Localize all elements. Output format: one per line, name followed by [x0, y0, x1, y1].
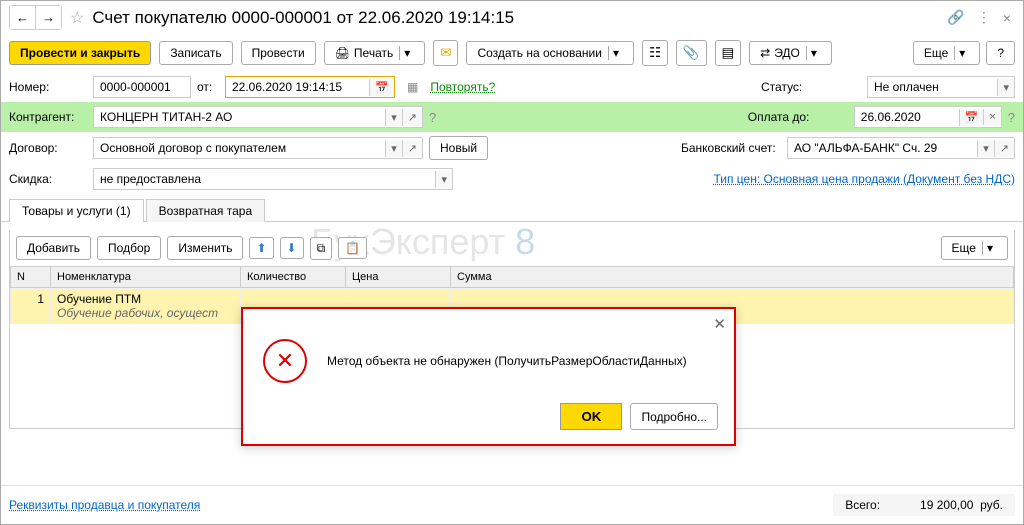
close-icon[interactable]: × [999, 8, 1015, 28]
transfer-icon: ⇄ [760, 46, 770, 60]
new-contract-button[interactable]: Новый [429, 136, 488, 160]
counterparty-label: Контрагент: [9, 110, 87, 124]
commit-close-button[interactable]: Провести и закрыть [9, 41, 151, 65]
dropdown-icon[interactable]: ▾ [977, 140, 994, 157]
email-button[interactable]: ✉ [433, 40, 458, 66]
price-type-link[interactable]: Тип цен: Основная цена продажи (Документ… [713, 172, 1015, 186]
col-qty[interactable]: Количество [241, 267, 346, 288]
dropdown-icon[interactable]: ▾ [385, 109, 402, 126]
open-icon[interactable]: ↗ [994, 140, 1014, 157]
payby-field[interactable] [855, 107, 959, 127]
requisites-link[interactable]: Реквизиты продавца и покупателя [9, 498, 200, 512]
clear-icon[interactable]: × [983, 109, 1000, 125]
back-button[interactable]: ← [10, 6, 35, 29]
pick-button[interactable]: Подбор [97, 236, 161, 260]
discount-field[interactable] [94, 169, 435, 189]
dropdown-icon[interactable]: ▾ [997, 79, 1014, 96]
paste-icon[interactable]: 📋 [338, 237, 367, 259]
dropdown-icon[interactable]: ▾ [435, 171, 452, 188]
col-n[interactable]: N [11, 267, 51, 288]
discount-label: Скидка: [9, 172, 87, 186]
col-nom[interactable]: Номенклатура [51, 267, 241, 288]
printer-icon: 🖨 [335, 46, 350, 60]
help-icon[interactable]: ? [1008, 110, 1015, 125]
list-icon[interactable]: ▤ [715, 40, 742, 66]
total-label: Всего: [845, 498, 880, 512]
tab-goods[interactable]: Товары и услуги (1) [9, 199, 144, 222]
edo-button[interactable]: ⇄ЭДО▾ [749, 41, 832, 65]
show-icon[interactable]: ▦ [407, 80, 418, 94]
bank-label: Банковский счет: [681, 141, 781, 155]
modal-details-button[interactable]: Подробно... [630, 403, 718, 430]
window-title: Счет покупателю 0000-000001 от 22.06.202… [92, 8, 939, 28]
col-sum[interactable]: Сумма [451, 267, 1014, 288]
table-more-button[interactable]: Еще▾ [941, 236, 1008, 260]
create-based-button[interactable]: Создать на основании▾ [466, 41, 634, 65]
forward-button[interactable]: → [35, 6, 61, 29]
help-button[interactable]: ? [986, 41, 1015, 65]
move-down-button[interactable]: ⬇ [280, 237, 304, 259]
add-row-button[interactable]: Добавить [16, 236, 91, 260]
error-modal: ✕ ✕ Метод объекта не обнаружен (Получить… [241, 307, 736, 446]
help-icon[interactable]: ? [429, 110, 436, 125]
attach-icon[interactable]: 📎 [676, 40, 707, 66]
envelope-icon: ✉ [440, 45, 451, 60]
move-up-button[interactable]: ⬆ [249, 237, 273, 259]
print-button[interactable]: 🖨Печать▾ [324, 41, 426, 65]
modal-message: Метод объекта не обнаружен (ПолучитьРазм… [327, 354, 687, 368]
modal-close-button[interactable]: ✕ [713, 315, 726, 333]
commit-button[interactable]: Провести [241, 41, 316, 65]
save-button[interactable]: Записать [159, 41, 232, 65]
link-icon[interactable]: 🔗 [943, 7, 968, 28]
from-label: от: [197, 80, 219, 94]
calendar-icon[interactable]: 📅 [369, 79, 394, 96]
menu-icon[interactable]: ⋮ [973, 7, 995, 28]
dropdown-icon[interactable]: ▾ [385, 140, 402, 157]
total-value: 19 200,00 [920, 498, 973, 512]
error-icon: ✕ [263, 339, 307, 383]
edit-row-button[interactable]: Изменить [167, 236, 243, 260]
currency: руб. [980, 498, 1003, 512]
contract-label: Договор: [9, 141, 87, 155]
more-button[interactable]: Еще▾ [913, 41, 980, 65]
form-icon[interactable]: ☷ [642, 40, 668, 66]
col-price[interactable]: Цена [346, 267, 451, 288]
bank-field[interactable] [788, 138, 977, 158]
open-icon[interactable]: ↗ [402, 140, 422, 157]
number-label: Номер: [9, 80, 87, 94]
copy-icon[interactable]: ⧉ [310, 237, 333, 260]
calendar-icon[interactable]: 📅 [959, 109, 984, 126]
date-field[interactable] [226, 77, 369, 97]
favorite-icon[interactable]: ☆ [70, 8, 84, 28]
payby-label: Оплата до: [748, 110, 848, 124]
open-icon[interactable]: ↗ [402, 109, 422, 126]
contract-field[interactable] [94, 138, 385, 158]
tab-tare[interactable]: Возвратная тара [146, 199, 266, 222]
repeat-link[interactable]: Повторять? [430, 80, 495, 94]
status-label: Статус: [761, 80, 861, 94]
status-field[interactable] [868, 77, 997, 97]
number-field[interactable] [94, 77, 190, 97]
modal-ok-button[interactable]: OK [560, 403, 622, 430]
counterparty-field[interactable] [94, 107, 385, 127]
